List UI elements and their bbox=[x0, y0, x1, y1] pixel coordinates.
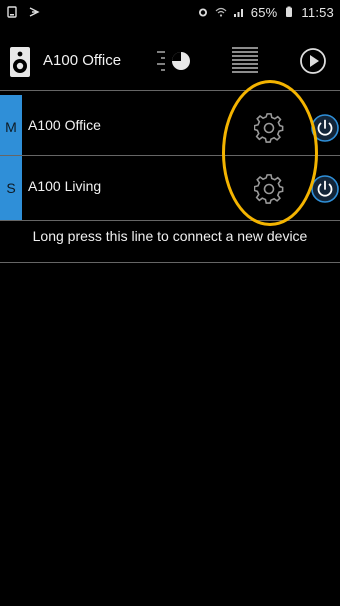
mixer-icon[interactable] bbox=[155, 46, 195, 76]
device-icon bbox=[7, 6, 17, 18]
role-badge: M bbox=[0, 95, 22, 159]
connect-device-hint[interactable]: Long press this line to connect a new de… bbox=[0, 228, 340, 244]
clock: 11:53 bbox=[301, 4, 334, 20]
list-icon[interactable] bbox=[230, 45, 260, 77]
row-divider bbox=[0, 220, 340, 221]
cast-icon bbox=[29, 7, 40, 17]
status-right: 65% 11:53 bbox=[197, 5, 334, 20]
status-left bbox=[6, 6, 40, 18]
header-title: A100 Office bbox=[43, 52, 122, 69]
wifi-icon bbox=[215, 7, 227, 17]
status-bar: 65% 11:53 bbox=[0, 0, 340, 24]
hint-divider bbox=[0, 262, 340, 263]
device-name: A100 Office bbox=[28, 117, 101, 133]
battery-icon bbox=[286, 6, 293, 17]
highlight-ellipse bbox=[222, 80, 318, 226]
device-name: A100 Living bbox=[28, 178, 102, 194]
role-badge: S bbox=[0, 156, 22, 220]
header-toolbar: A100 Office bbox=[0, 36, 340, 88]
speaker-icon[interactable] bbox=[8, 46, 32, 78]
battery-percent: 65% bbox=[250, 4, 278, 20]
play-icon[interactable] bbox=[298, 46, 328, 76]
alarm-icon bbox=[198, 8, 207, 17]
signal-icon bbox=[233, 9, 243, 17]
